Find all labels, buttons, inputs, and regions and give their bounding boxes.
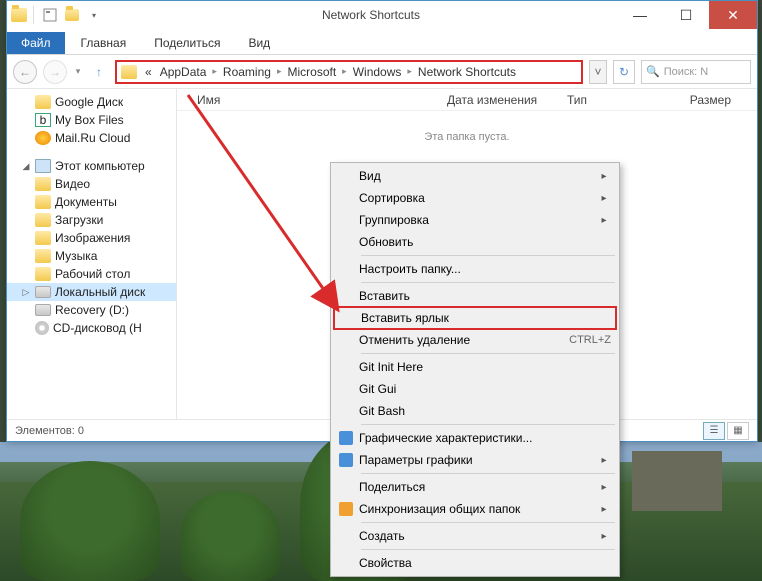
breadcrumb-segment[interactable]: AppData <box>156 65 211 79</box>
folder-icon <box>121 65 137 79</box>
window-title: Network Shortcuts <box>125 8 617 22</box>
app-icon <box>11 8 27 22</box>
tree-item-local-disk[interactable]: ▷Локальный диск <box>7 283 176 301</box>
nav-up-button[interactable]: ↑ <box>89 62 109 82</box>
status-count-label: Элементов: <box>15 425 75 437</box>
ctx-paste-shortcut[interactable]: Вставить ярлык <box>333 306 617 330</box>
breadcrumb-overflow[interactable]: « <box>141 65 156 79</box>
tree-item-google-disk[interactable]: Google Диск <box>7 93 176 111</box>
submenu-arrow-icon: ▸ <box>597 455 611 466</box>
minimize-button[interactable]: — <box>617 1 663 29</box>
breadcrumb-segment[interactable]: Microsoft <box>283 65 340 79</box>
view-details-button[interactable]: ☰ <box>703 422 725 440</box>
intel-gfx-icon <box>339 431 353 445</box>
ctx-customize-folder[interactable]: Настроить папку... <box>333 258 617 280</box>
tree-item-desktop[interactable]: Рабочий стол <box>7 265 176 283</box>
tree-item-cd-drive[interactable]: CD-дисковод (H <box>7 319 176 337</box>
tree-item-documents[interactable]: Документы <box>7 193 176 211</box>
chevron-right-icon[interactable]: ▸ <box>405 66 414 77</box>
column-headers: Имя Дата изменения Тип Размер <box>177 89 757 111</box>
ctx-share[interactable]: Поделиться▸ <box>333 476 617 498</box>
tab-home[interactable]: Главная <box>67 32 141 54</box>
ctx-group[interactable]: Группировка▸ <box>333 209 617 231</box>
address-bar-row: ← → ▾ ↑ « AppData ▸ Roaming ▸ Microsoft … <box>7 55 757 89</box>
tree-item-this-pc[interactable]: ◢Этот компьютер <box>7 157 176 175</box>
chevron-right-icon[interactable]: ▸ <box>340 66 349 77</box>
tree-item-video[interactable]: Видео <box>7 175 176 193</box>
submenu-arrow-icon: ▸ <box>597 215 611 226</box>
submenu-arrow-icon: ▸ <box>597 504 611 515</box>
ctx-git-bash[interactable]: Git Bash <box>333 400 617 422</box>
ctx-properties[interactable]: Свойства <box>333 552 617 574</box>
column-size[interactable]: Размер <box>659 93 739 107</box>
submenu-arrow-icon: ▸ <box>597 193 611 204</box>
view-icons-button[interactable]: ▦ <box>727 422 749 440</box>
column-date[interactable]: Дата изменения <box>439 93 559 107</box>
navigation-tree[interactable]: Google Диск bMy Box Files Mail.Ru Cloud … <box>7 89 177 419</box>
tab-view[interactable]: Вид <box>234 32 284 54</box>
tree-item-recovery[interactable]: Recovery (D:) <box>7 301 176 319</box>
maximize-button[interactable]: ☐ <box>663 1 709 29</box>
nav-back-button[interactable]: ← <box>13 60 37 84</box>
ctx-git-init[interactable]: Git Init Here <box>333 356 617 378</box>
title-bar[interactable]: ▾ Network Shortcuts — ☐ ✕ <box>7 1 757 29</box>
ctx-gfx-characteristics[interactable]: Графические характеристики... <box>333 427 617 449</box>
tree-item-music[interactable]: Музыка <box>7 247 176 265</box>
tree-item-mailru[interactable]: Mail.Ru Cloud <box>7 129 176 147</box>
ctx-paste[interactable]: Вставить <box>333 285 617 307</box>
empty-folder-message: Эта папка пуста. <box>177 131 757 143</box>
ctx-view[interactable]: Вид▸ <box>333 165 617 187</box>
context-menu: Вид▸ Сортировка▸ Группировка▸ Обновить Н… <box>330 162 620 577</box>
tab-share[interactable]: Поделиться <box>140 32 234 54</box>
tree-item-mybox[interactable]: bMy Box Files <box>7 111 176 129</box>
ctx-undo-delete[interactable]: Отменить удалениеCTRL+Z <box>333 329 617 351</box>
collapse-icon[interactable]: ◢ <box>21 161 31 172</box>
ctx-sync[interactable]: Синхронизация общих папок▸ <box>333 498 617 520</box>
breadcrumb-segment[interactable]: Windows <box>349 65 406 79</box>
column-type[interactable]: Тип <box>559 93 659 107</box>
sync-icon <box>339 502 353 516</box>
breadcrumb-segment[interactable]: Network Shortcuts <box>414 65 520 79</box>
tree-item-pictures[interactable]: Изображения <box>7 229 176 247</box>
qat-properties-icon[interactable] <box>40 5 60 25</box>
tree-item-downloads[interactable]: Загрузки <box>7 211 176 229</box>
search-input[interactable]: 🔍 Поиск: N <box>641 60 751 84</box>
refresh-button[interactable]: ↻ <box>613 60 635 84</box>
submenu-arrow-icon: ▸ <box>597 531 611 542</box>
tab-file[interactable]: Файл <box>7 32 65 54</box>
submenu-arrow-icon: ▸ <box>597 171 611 182</box>
ctx-gfx-params[interactable]: Параметры графики▸ <box>333 449 617 471</box>
ctx-new[interactable]: Создать▸ <box>333 525 617 547</box>
ctx-sort[interactable]: Сортировка▸ <box>333 187 617 209</box>
column-name[interactable]: Имя <box>189 93 439 107</box>
ctx-refresh[interactable]: Обновить <box>333 231 617 253</box>
ribbon-tabs: Файл Главная Поделиться Вид <box>7 29 757 55</box>
submenu-arrow-icon: ▸ <box>597 482 611 493</box>
breadcrumb[interactable]: « AppData ▸ Roaming ▸ Microsoft ▸ Window… <box>115 60 583 84</box>
qat-newfolder-icon[interactable] <box>62 5 82 25</box>
ctx-git-gui[interactable]: Git Gui <box>333 378 617 400</box>
chevron-right-icon[interactable]: ▸ <box>275 66 284 77</box>
search-placeholder: Поиск: N <box>664 66 709 78</box>
intel-gfx-icon <box>339 453 353 467</box>
close-button[interactable]: ✕ <box>709 1 757 29</box>
breadcrumb-segment[interactable]: Roaming <box>219 65 275 79</box>
nav-forward-button[interactable]: → <box>43 60 67 84</box>
chevron-right-icon[interactable]: ▸ <box>210 66 219 77</box>
nav-history-dropdown[interactable]: ▾ <box>73 66 83 77</box>
qat-dropdown-icon[interactable]: ▾ <box>84 5 104 25</box>
status-count: 0 <box>78 425 84 437</box>
search-icon: 🔍 <box>646 65 660 78</box>
address-dropdown[interactable]: ˅ <box>589 60 607 84</box>
expand-icon[interactable]: ▷ <box>21 287 31 298</box>
